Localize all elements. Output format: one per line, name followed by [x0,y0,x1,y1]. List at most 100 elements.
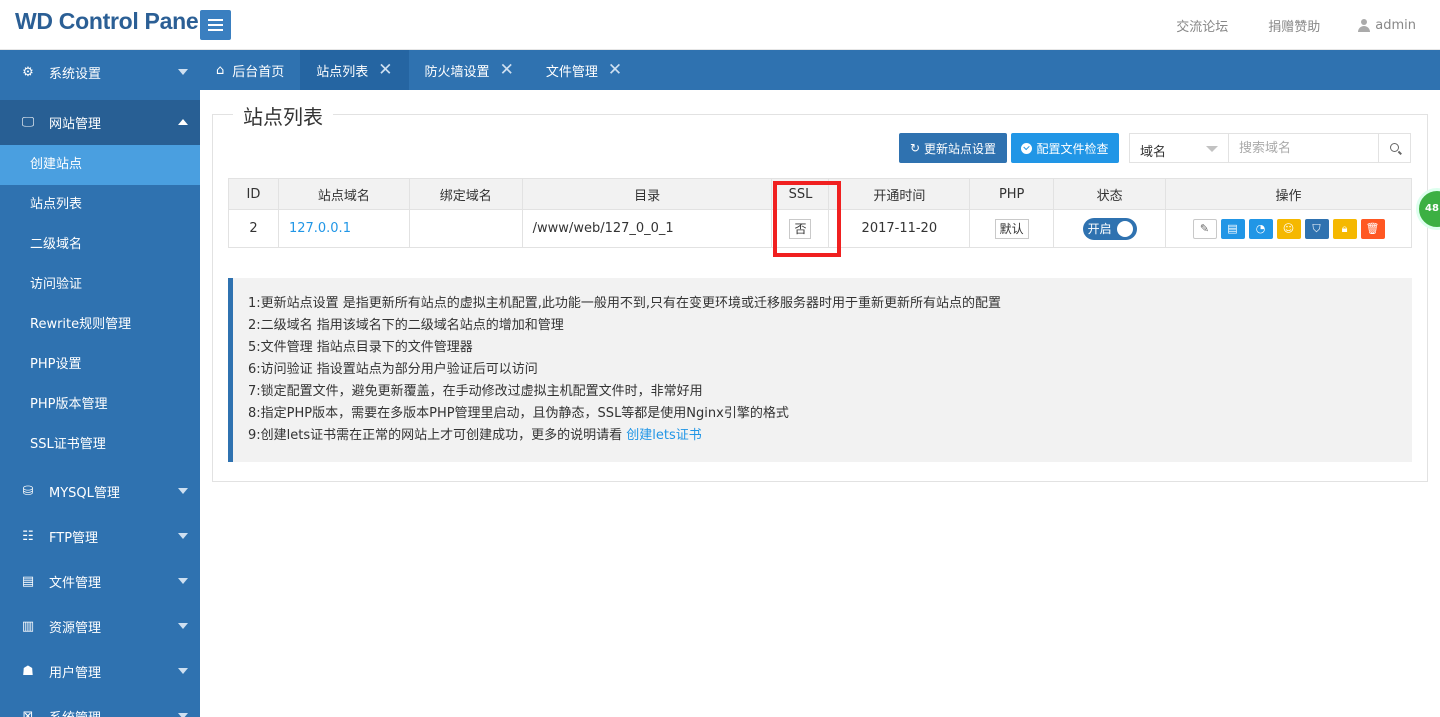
shield-icon[interactable]: ⛉ [1304,218,1329,239]
tab-label: 站点列表 [316,64,369,80]
cell-id: 2 [228,209,279,248]
clock-icon[interactable]: ◔ [1248,218,1273,239]
tab-firewall[interactable]: 防火墙设置 ✕ [409,50,530,90]
sidebar-group-label: 系统设置 [49,67,102,82]
sidebar-group-label: 用户管理 [49,666,102,681]
close-icon[interactable]: ✕ [378,60,392,80]
chevron-down-icon [178,488,188,494]
menu-toggle-button[interactable] [200,10,231,40]
smile-icon[interactable]: ☺ [1276,218,1301,239]
sidebar-group-system[interactable]: ⊠ 系统管理 [0,694,200,717]
sidebar-group-website[interactable]: 🖵 网站管理 [0,100,200,145]
sidebar-group-files[interactable]: ▤ 文件管理 [0,559,200,604]
chevron-down-icon [178,668,188,674]
close-icon[interactable]: ✕ [608,60,622,80]
action-buttons: ✎ ▤ ◔ ☺ ⛉ 🔒︎ 🗑︎ [1166,218,1411,239]
chevron-down-icon [178,69,188,75]
col-bind-domain: 绑定域名 [408,178,523,210]
hamburger-icon [208,19,223,21]
note-line: 8:指定PHP版本，需要在多版本PHP管理里启动，且伪静态，SSL等都是使用Ng… [248,406,789,421]
lets-cert-link[interactable]: 创建lets证书 [626,428,701,443]
sidebar-group-label: MYSQL管理 [49,486,120,501]
cell-status: 开启 [1053,209,1167,248]
chevron-down-icon [178,578,188,584]
update-sites-button[interactable]: ↻ 更新站点设置 [899,133,1007,163]
home-icon: ⌂ [216,62,225,78]
username: admin [1375,17,1416,33]
col-status: 状态 [1053,178,1167,210]
ssl-highlight-box [773,181,841,257]
chevron-down-icon [178,713,188,717]
note-line: 2:二级域名 指用该域名下的二级域名站点的增加和管理 [248,318,564,333]
search-button[interactable] [1378,133,1411,163]
sidebar-group-ftp[interactable]: ☷ FTP管理 [0,514,200,559]
col-id: ID [228,178,279,210]
col-open-date: 开通时间 [828,178,971,210]
note-line: 6:访问验证 指设置站点为部分用户验证后可以访问 [248,362,538,377]
server-icon: ▥ [21,619,35,634]
ftp-icon: ☷ [22,529,34,544]
cell-php: 默认 [969,209,1055,248]
sidebar-group-label: 系统管理 [49,707,101,717]
sidebar-item-create-site[interactable]: 创建站点 [0,145,200,185]
col-directory: 目录 [521,178,773,210]
check-config-button[interactable]: 配置文件检查 [1011,133,1119,163]
sidebar-item-access-auth[interactable]: 访问验证 [0,265,200,305]
trash-icon[interactable]: 🗑︎ [1360,218,1385,239]
status-toggle[interactable]: 开启 [1082,217,1137,240]
cell-directory: /www/web/127_0_0_1 [521,209,773,248]
sidebar-item-site-list[interactable]: 站点列表 [0,185,200,225]
sidebar-group-resources[interactable]: ▥ 资源管理 [0,604,200,649]
chevron-down-icon [178,623,188,629]
toggle-label: 开启 [1087,222,1112,236]
button-label: 更新站点设置 [924,141,997,156]
domain-link[interactable]: 127.0.0.1 [289,221,351,236]
top-header: WD Control Panel 交流论坛 捐赠赞助 admin [0,0,1440,50]
tab-bar: ⌂ 后台首页 站点列表 ✕ 防火墙设置 ✕ 文件管理 ✕ [200,50,1440,90]
edit-icon[interactable]: ✎ [1192,218,1217,239]
sidebar-group-system-settings[interactable]: ⚙ 系统设置 [0,50,200,95]
button-label: 配置文件检查 [1036,141,1109,156]
sidebar-item-rewrite[interactable]: Rewrite规则管理 [0,305,200,345]
tab-label: 防火墙设置 [424,64,490,80]
search-input[interactable] [1229,133,1379,163]
col-domain: 站点域名 [277,178,410,210]
note-line: 1:更新站点设置 是指更新所有站点的虚拟主机配置,此功能一般用不到,只有在变更环… [248,296,1002,311]
refresh-icon: ↻ [909,141,921,155]
hamburger-icon-line [208,29,223,31]
app-logo[interactable]: WD Control Panel [15,8,205,35]
tab-home[interactable]: ⌂ 后台首页 [200,50,300,90]
search-type-select[interactable]: 域名 [1129,133,1229,163]
note-line: 7:锁定配置文件，避免更新覆盖，在手动修改过虚拟主机配置文件时，非常好用 [248,384,703,399]
select-value: 域名 [1140,145,1167,160]
forum-link[interactable]: 交流论坛 [1156,16,1248,35]
user-icon [1358,18,1371,32]
page-title: 站点列表 [233,101,333,130]
col-php: PHP [969,178,1055,210]
php-version-button[interactable]: 默认 [994,218,1029,239]
note-line: 5:文件管理 指站点目录下的文件管理器 [248,340,473,355]
system-icon: ⊠ [22,709,34,717]
tab-label: 文件管理 [545,64,598,80]
donate-link[interactable]: 捐赠赞助 [1248,16,1340,35]
lock-icon[interactable]: 🔒︎ [1332,218,1357,239]
sidebar-group-users[interactable]: ☗ 用户管理 [0,649,200,694]
tab-file-manager[interactable]: 文件管理 ✕ [530,50,638,90]
chevron-down-icon [1206,146,1218,152]
sidebar-item-ssl[interactable]: SSL证书管理 [0,425,200,465]
tab-site-list[interactable]: 站点列表 ✕ [300,50,409,90]
close-icon[interactable]: ✕ [500,60,514,80]
sidebar-group-mysql[interactable]: ⛁ MYSQL管理 [0,469,200,514]
file-icon: ▤ [21,574,35,589]
user-menu[interactable]: admin [1340,18,1440,33]
sidebar-item-subdomain[interactable]: 二级域名 [0,225,200,265]
chevron-down-icon [178,533,188,539]
sidebar: ⚙ 系统设置 🖵 网站管理 创建站点 站点列表 二级域名 访问验证 Rewrit… [0,50,200,717]
sidebar-item-php-version[interactable]: PHP版本管理 [0,385,200,425]
note-line: 9:创建lets证书需在正常的网站上才可创建成功，更多的说明请看 创建lets证… [248,425,1412,447]
document-icon[interactable]: ▤ [1220,218,1245,239]
sidebar-item-php-settings[interactable]: PHP设置 [0,345,200,385]
cell-bind-domain [408,209,523,248]
gear-icon: ⚙ [22,65,34,80]
hamburger-icon-line [208,24,223,26]
